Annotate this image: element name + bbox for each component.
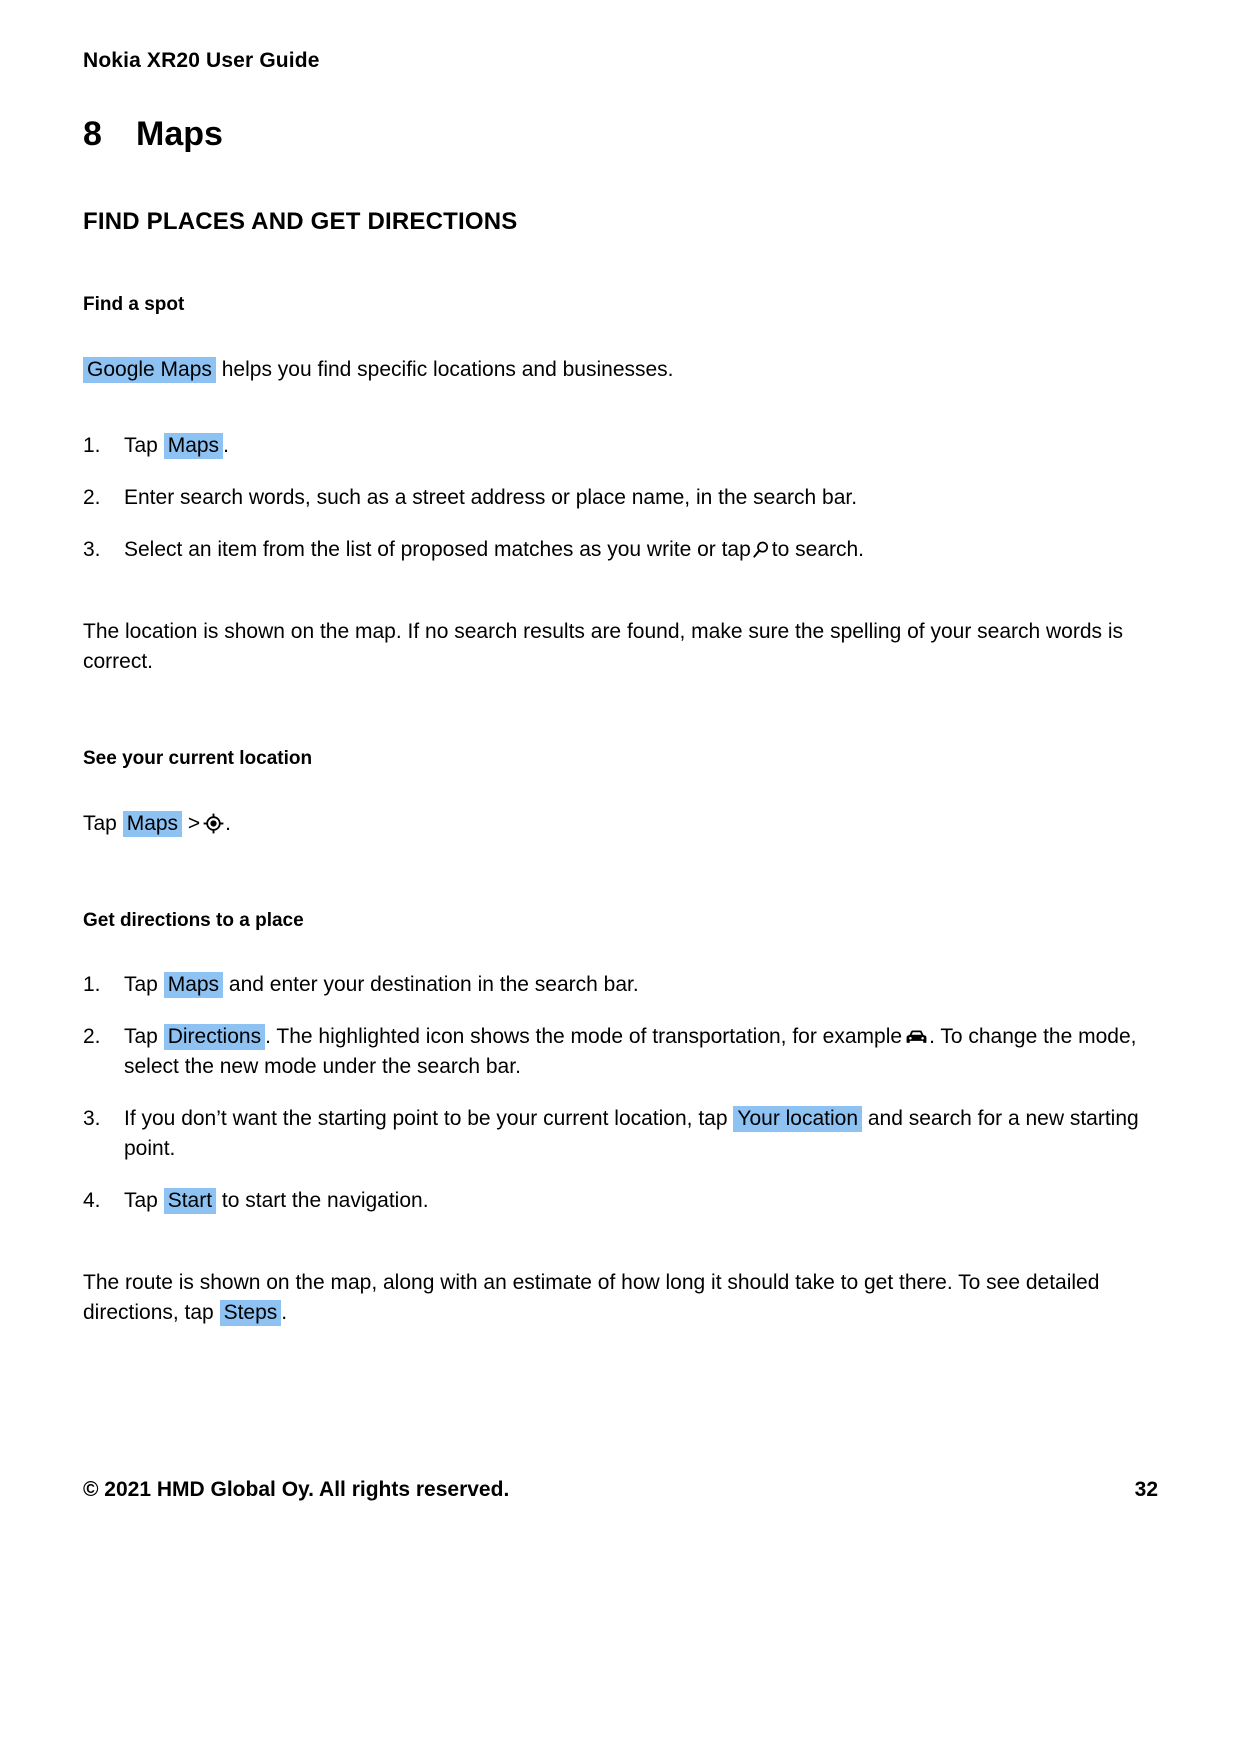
list-marker: 4. — [83, 1189, 101, 1213]
step-text: Enter search words, such as a street add… — [124, 485, 858, 509]
find-a-spot-intro-text: helps you find specific locations and bu… — [221, 357, 674, 381]
ui-token-your-location[interactable]: Your location — [733, 1106, 863, 1133]
find-a-spot-note: The location is shown on the map. If no … — [83, 619, 1124, 673]
step-text-after: to search. — [771, 537, 865, 561]
list-item: 4. Tap Start to start the navigation. — [83, 1186, 1158, 1216]
chapter-number: 8 — [83, 115, 102, 154]
copyright-notice: © 2021 HMD Global Oy. All rights reserve… — [83, 1478, 510, 1501]
find-a-spot-intro: Google Maps helps you find specific loca… — [83, 355, 1158, 385]
step-text-after: . — [223, 433, 229, 457]
ui-token-maps[interactable]: Maps — [163, 972, 224, 999]
outro-text-after: . — [281, 1301, 288, 1325]
list-marker: 1. — [83, 973, 101, 997]
step-text-before: Tap — [124, 433, 158, 457]
ui-token-maps[interactable]: Maps — [163, 432, 224, 459]
ui-token-google-maps[interactable]: Google Maps — [83, 356, 216, 383]
car-icon — [905, 1029, 928, 1045]
step-text-before: Select an item from the list of proposed… — [124, 537, 751, 561]
subheading-see-current-location: See your current location — [83, 747, 313, 769]
current-location-instruction: Tap Maps > . — [83, 809, 1158, 839]
step-text-before: Tap — [124, 973, 158, 997]
instruction-text-after: . — [225, 811, 232, 835]
running-header: Nokia XR20 User Guide — [83, 49, 320, 72]
find-a-spot-steps: 1. Tap Maps. 2. Enter search words, such… — [83, 431, 1158, 565]
page-content: Nokia XR20 User Guide 8 Maps FIND PLACES… — [83, 48, 1158, 1358]
locate-icon — [203, 813, 224, 834]
step-text-before: Tap — [124, 1025, 158, 1049]
page-footer: © 2021 HMD Global Oy. All rights reserve… — [83, 1478, 1158, 1754]
list-marker: 2. — [83, 1025, 101, 1049]
list-item: 3. Select an item from the list of propo… — [83, 535, 1158, 565]
section-heading: FIND PLACES AND GET DIRECTIONS — [83, 208, 518, 236]
get-directions-steps: 1. Tap Maps and enter your destination i… — [83, 970, 1158, 1216]
ui-token-directions[interactable]: Directions — [163, 1024, 266, 1051]
step-text-before: Tap — [124, 1189, 158, 1213]
list-item: 2. Tap Directions. The highlighted icon … — [83, 1022, 1158, 1082]
list-marker: 1. — [83, 433, 101, 457]
list-marker: 3. — [83, 537, 101, 561]
list-item: 3. If you don’t want the starting point … — [83, 1104, 1158, 1164]
list-item: 1. Tap Maps and enter your destination i… — [83, 970, 1158, 1000]
list-marker: 3. — [83, 1107, 101, 1131]
list-item: 2. Enter search words, such as a street … — [83, 483, 1158, 513]
search-icon — [753, 541, 769, 559]
step-text-before: If you don’t want the starting point to … — [124, 1107, 728, 1131]
get-directions-outro: The route is shown on the map, along wit… — [83, 1268, 1158, 1328]
path-separator: > — [187, 811, 201, 835]
list-item: 1. Tap Maps. — [83, 431, 1158, 461]
step-text-after: and enter your destination in the search… — [228, 973, 639, 997]
step-text-mid: . The highlighted icon shows the mode of… — [265, 1025, 903, 1049]
ui-token-start[interactable]: Start — [163, 1188, 217, 1215]
ui-token-steps[interactable]: Steps — [219, 1300, 282, 1327]
chapter-title-block: 8 Maps — [83, 115, 1158, 154]
subheading-find-a-spot: Find a spot — [83, 294, 185, 316]
subheading-get-directions: Get directions to a place — [83, 909, 304, 931]
document-page: Nokia XR20 User Guide 8 Maps FIND PLACES… — [0, 0, 1241, 1754]
list-marker: 2. — [83, 485, 101, 509]
step-text-after: to start the navigation. — [221, 1189, 429, 1213]
ui-token-maps[interactable]: Maps — [122, 810, 183, 837]
chapter-name: Maps — [136, 115, 223, 154]
page-number: 32 — [1134, 1478, 1158, 1501]
instruction-text-before: Tap — [83, 811, 117, 835]
